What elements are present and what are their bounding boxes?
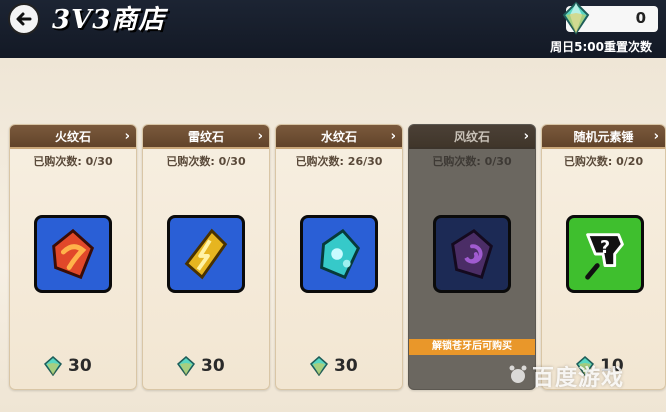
wind-stone-icon: [451, 228, 493, 280]
fire-stone-icon: [52, 228, 95, 280]
card-header: 风纹石 ›: [409, 125, 535, 149]
bought-count: 已购次数: 0/30: [33, 155, 113, 168]
item-icon: ?: [566, 215, 644, 293]
crystal-icon: [44, 356, 62, 376]
item-icon: [300, 215, 378, 293]
currency-display[interactable]: 0: [562, 1, 658, 35]
back-button[interactable]: [8, 3, 40, 35]
top-bar: 3V3商店 0 周日5:00重置次数: [0, 0, 666, 58]
divider: [10, 147, 136, 149]
card-title: 随机元素锤: [573, 130, 634, 144]
card-title: 风纹石: [453, 130, 490, 144]
price: 30: [44, 355, 92, 377]
bought-count: 已购次数: 0/30: [432, 155, 512, 168]
watermark: 百度游戏: [532, 366, 625, 391]
chevron-right-icon[interactable]: ›: [258, 125, 263, 149]
divider: [409, 147, 535, 149]
shop-card-thunder-stone[interactable]: 雷纹石 › 已购次数: 0/30 30: [142, 124, 270, 390]
item-icon: [167, 215, 245, 293]
bought-count: 已购次数: 26/30: [295, 155, 383, 168]
card-title: 雷纹石: [187, 130, 224, 144]
item-icon: [433, 215, 511, 293]
price: 30: [310, 355, 358, 377]
bought-count: 已购次数: 0/30: [166, 155, 246, 168]
card-title: 水纹石: [320, 130, 357, 144]
divider: [143, 147, 269, 149]
card-header: 雷纹石 ›: [143, 125, 269, 149]
shop-card-wind-stone[interactable]: 风纹石 › 已购次数: 0/30 解锁苍牙后可购买: [408, 124, 536, 390]
price-value: 30: [334, 356, 358, 376]
lock-banner: 解锁苍牙后可购买: [409, 339, 535, 355]
price-value: 30: [68, 356, 92, 376]
svg-text:?: ?: [600, 238, 610, 258]
card-header: 水纹石 ›: [276, 125, 402, 149]
divider: [276, 147, 402, 149]
bought-count: 已购次数: 0/20: [563, 155, 644, 168]
page-title: 3V3商店: [52, 5, 166, 35]
crystal-icon: [310, 356, 328, 376]
baidu-paw-logo-icon: [509, 365, 527, 383]
thunder-stone-icon: [184, 228, 228, 280]
shop-card-water-stone[interactable]: 水纹石 › 已购次数: 26/30 30: [275, 124, 403, 390]
item-icon: [34, 215, 112, 293]
card-title: 火纹石: [54, 130, 91, 144]
chevron-right-icon[interactable]: ›: [125, 125, 130, 149]
arrow-left-icon: [16, 12, 32, 26]
shop-card-random-hammer[interactable]: 随机元素锤 › 已购次数: 0/20 ? 10: [541, 124, 666, 390]
currency-amount: 0: [635, 9, 646, 27]
divider: [542, 147, 665, 149]
card-header: 火纹石 ›: [10, 125, 136, 149]
water-stone-icon: [320, 228, 361, 280]
crystal-icon: [177, 356, 195, 376]
chevron-right-icon[interactable]: ›: [524, 125, 529, 149]
random-hammer-icon: ?: [585, 233, 624, 280]
crystal-icon: [562, 1, 590, 35]
price: 30: [177, 355, 225, 377]
card-header: 随机元素锤 ›: [542, 125, 665, 149]
reset-note: 周日5:00重置次数: [550, 40, 652, 54]
chevron-right-icon[interactable]: ›: [391, 125, 396, 149]
chevron-right-icon[interactable]: ›: [654, 125, 659, 149]
price-value: 30: [201, 356, 225, 376]
shop-area: 火纹石 › 已购次数: 0/30 30 雷纹石 › 已购次数: 0/30 30 …: [0, 58, 666, 412]
shop-card-fire-stone[interactable]: 火纹石 › 已购次数: 0/30 30: [9, 124, 137, 390]
